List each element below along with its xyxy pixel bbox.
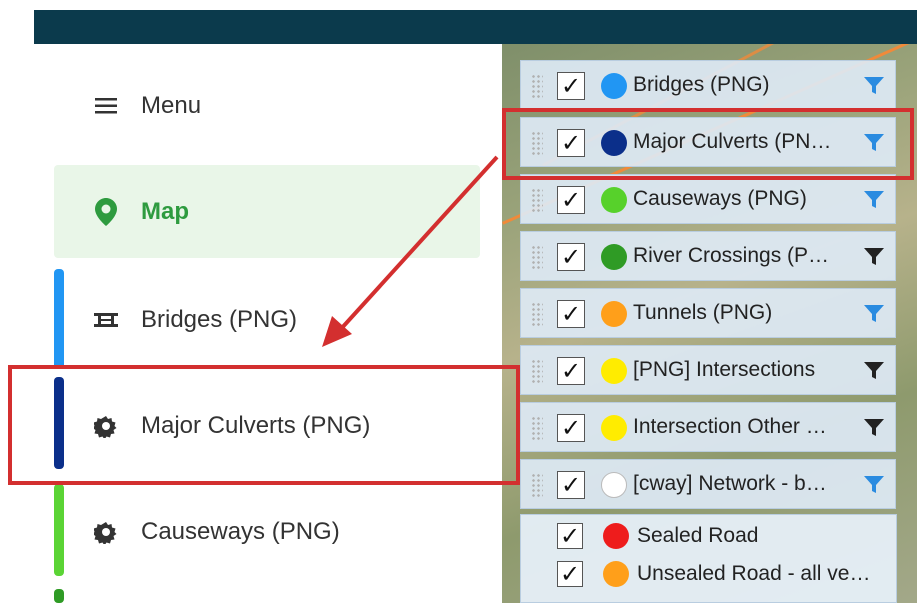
annotation-arrow [322, 155, 499, 347]
